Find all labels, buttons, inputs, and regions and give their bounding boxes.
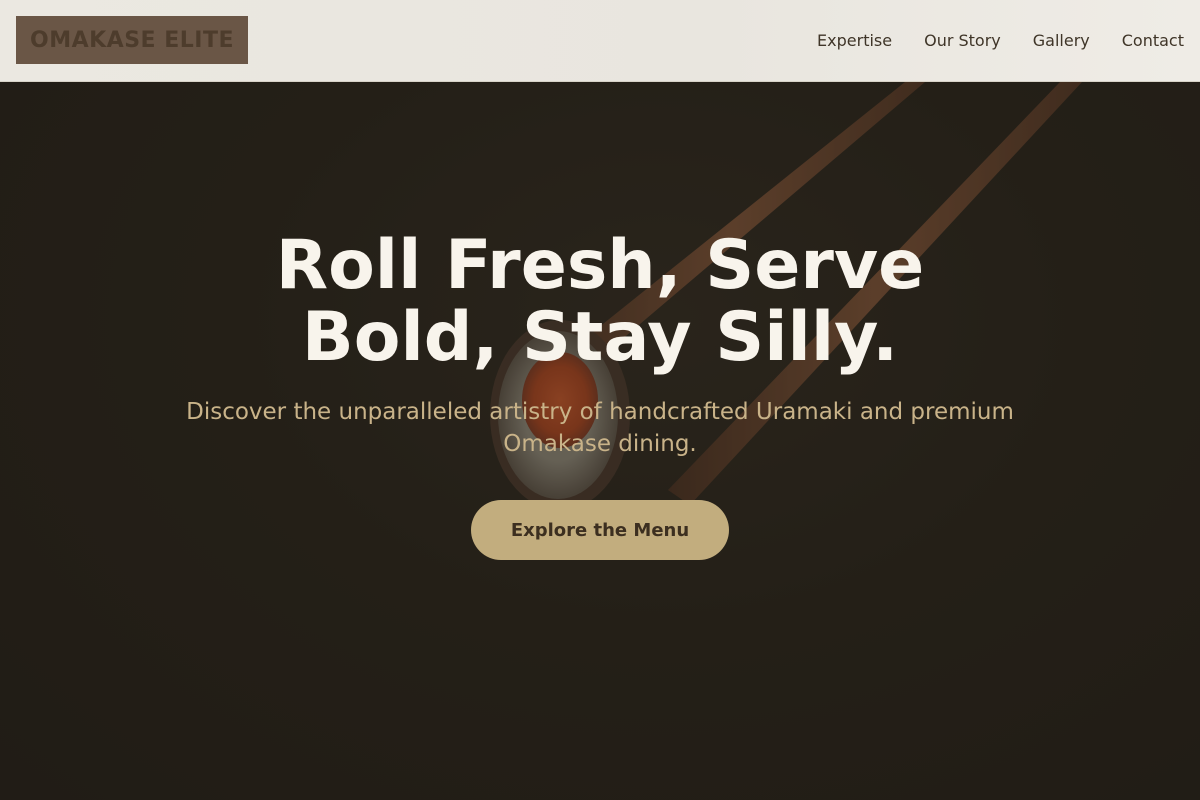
brand-logo[interactable]: OMAKASE ELITE bbox=[16, 16, 248, 64]
nav-link-contact[interactable]: Contact bbox=[1122, 31, 1184, 50]
hero-section: Roll Fresh, Serve Bold, Stay Silly. Disc… bbox=[0, 230, 1200, 560]
hero-subtitle: Discover the unparalleled artistry of ha… bbox=[186, 399, 1014, 457]
main-nav: Expertise Our Story Gallery Contact bbox=[817, 0, 1184, 80]
nav-link-gallery[interactable]: Gallery bbox=[1033, 31, 1090, 50]
nav-link-expertise[interactable]: Expertise bbox=[817, 31, 892, 50]
nav-link-our-story[interactable]: Our Story bbox=[924, 31, 1001, 50]
hero-title: Roll Fresh, Serve Bold, Stay Silly. bbox=[275, 226, 925, 377]
explore-menu-button[interactable]: Explore the Menu bbox=[471, 500, 729, 560]
site-header: OMAKASE ELITE Expertise Our Story Galler… bbox=[0, 0, 1200, 82]
